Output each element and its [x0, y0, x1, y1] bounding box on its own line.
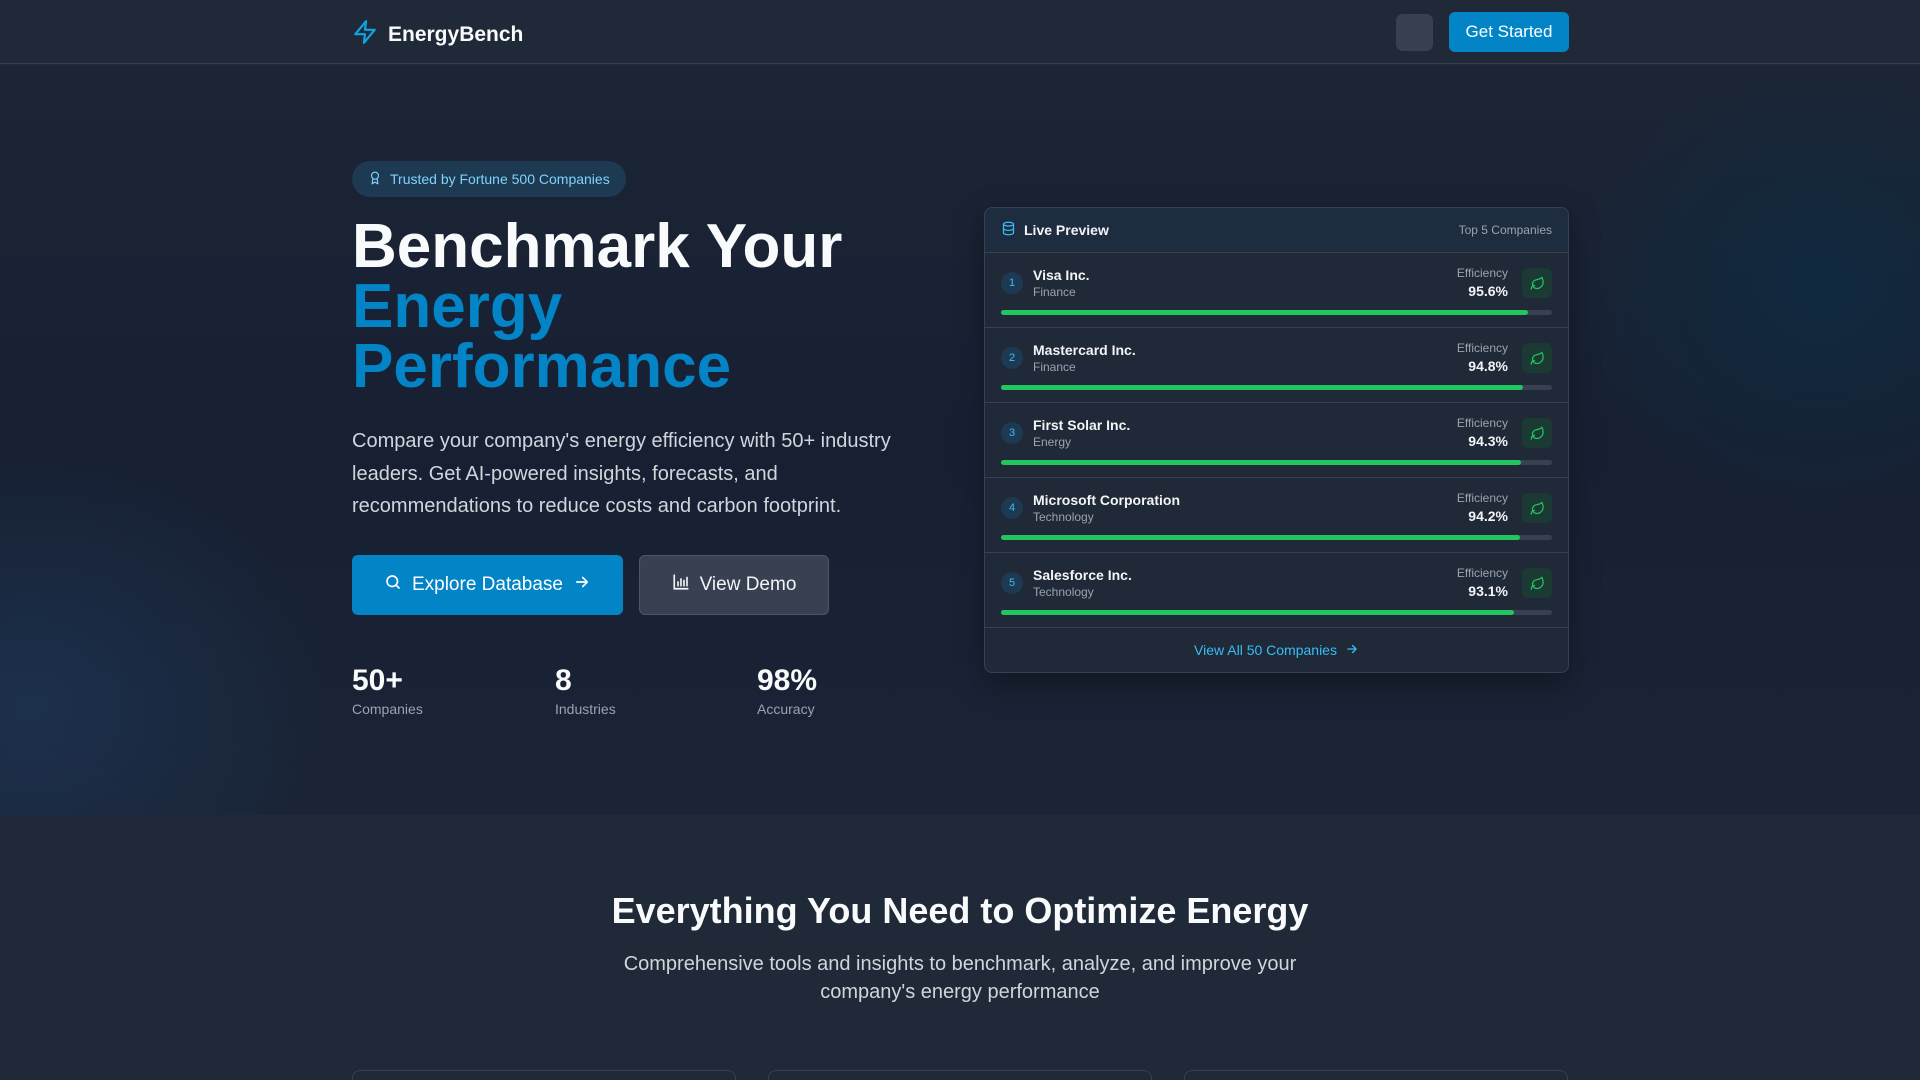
company-row[interactable]: 2 Mastercard Inc. Finance Efficiency 94.…	[985, 328, 1568, 403]
view-all-label: View All 50 Companies	[1194, 642, 1337, 658]
efficiency-label: Efficiency	[1456, 266, 1508, 280]
company-industry: Finance	[1033, 360, 1076, 374]
efficiency-label: Efficiency	[1456, 566, 1508, 580]
explore-database-button[interactable]: Explore Database	[352, 555, 623, 615]
card-subtitle: Top 5 Companies	[1458, 223, 1552, 237]
company-row[interactable]: 5 Salesforce Inc. Technology Efficiency …	[985, 553, 1568, 628]
live-preview-card: Live Preview Top 5 Companies 1 Visa Inc.…	[984, 207, 1569, 673]
company-industry: Energy	[1033, 435, 1072, 449]
leaf-icon	[1522, 418, 1552, 448]
view-demo-button[interactable]: View Demo	[639, 555, 829, 615]
explore-database-label: Explore Database	[411, 574, 564, 595]
card-header: Live Preview Top 5 Companies	[985, 208, 1568, 253]
rank-badge: 1	[1001, 272, 1023, 294]
hero-description: Compare your company's energy efficiency…	[352, 430, 891, 517]
efficiency-bar	[1001, 460, 1552, 465]
efficiency-bar	[1001, 385, 1552, 390]
efficiency-bar	[1001, 535, 1552, 540]
company-industry: Technology	[1033, 585, 1094, 599]
efficiency-value: 94.2%	[1468, 508, 1508, 524]
hero-title-line2: Energy	[352, 272, 563, 341]
trust-badge: Trusted by Fortune 500 Companies	[352, 161, 626, 197]
company-industry: Technology	[1033, 510, 1094, 524]
view-all-companies-link[interactable]: View All 50 Companies	[985, 628, 1568, 672]
feature-card	[768, 1070, 1152, 1080]
arrow-right-icon	[573, 573, 591, 597]
company-industry: Finance	[1033, 285, 1076, 299]
stat-companies: 50+ Companies	[352, 663, 423, 717]
award-icon	[368, 171, 382, 188]
efficiency-label: Efficiency	[1456, 491, 1508, 505]
card-title: Live Preview	[1024, 222, 1109, 238]
search-icon	[384, 573, 402, 597]
stat-accuracy: 98% Accuracy	[757, 663, 817, 717]
stat-value: 50+	[352, 664, 403, 697]
theme-toggle-button[interactable]	[1396, 14, 1433, 51]
company-name: First Solar Inc.	[1033, 417, 1131, 433]
company-name: Mastercard Inc.	[1033, 342, 1136, 358]
efficiency-value: 94.8%	[1468, 358, 1508, 374]
company-row[interactable]: 3 First Solar Inc. Energy Efficiency 94.…	[985, 403, 1568, 478]
feature-card	[1184, 1070, 1568, 1080]
brand-logo[interactable]: EnergyBench	[352, 18, 523, 51]
stat-value: 98%	[757, 664, 818, 697]
efficiency-value: 93.1%	[1468, 583, 1508, 599]
rank-badge: 4	[1001, 497, 1023, 519]
database-icon	[1001, 221, 1016, 239]
top-navbar: EnergyBench Get Started	[0, 0, 1920, 64]
efficiency-label: Efficiency	[1456, 341, 1508, 355]
hero-section: Trusted by Fortune 500 Companies Benchma…	[0, 65, 1920, 815]
efficiency-bar-fill	[1001, 610, 1514, 615]
arrow-right-icon	[1345, 642, 1359, 659]
leaf-icon	[1522, 568, 1552, 598]
brand-name: EnergyBench	[388, 22, 524, 46]
feature-card	[352, 1070, 736, 1080]
hero-title-line3: Performance	[352, 332, 732, 401]
stat-label: Accuracy	[757, 701, 815, 717]
view-demo-label: View Demo	[699, 574, 797, 595]
efficiency-bar-fill	[1001, 385, 1524, 390]
efficiency-value: 95.6%	[1468, 283, 1508, 299]
company-row[interactable]: 4 Microsoft Corporation Technology Effic…	[985, 478, 1568, 553]
stat-industries: 8 Industries	[555, 663, 616, 717]
stat-label: Companies	[352, 701, 423, 717]
rank-badge: 3	[1001, 422, 1023, 444]
efficiency-bar	[1001, 610, 1552, 615]
stat-value: 8	[555, 664, 572, 697]
leaf-icon	[1522, 268, 1552, 298]
company-name: Microsoft Corporation	[1033, 492, 1180, 508]
company-name: Visa Inc.	[1033, 267, 1090, 283]
efficiency-bar-fill	[1001, 460, 1521, 465]
company-row[interactable]: 1 Visa Inc. Finance Efficiency 95.6%	[985, 253, 1568, 328]
badge-text: Trusted by Fortune 500 Companies	[390, 171, 610, 187]
efficiency-bar-fill	[1001, 535, 1521, 540]
features-subtitle: Comprehensive tools and insights to benc…	[623, 953, 1297, 1003]
efficiency-bar	[1001, 310, 1552, 315]
efficiency-label: Efficiency	[1456, 416, 1508, 430]
bar-chart-icon	[672, 573, 690, 597]
get-started-button[interactable]: Get Started	[1449, 12, 1569, 52]
rank-badge: 5	[1001, 572, 1023, 594]
hero-title: Benchmark Your Energy Performance	[352, 212, 843, 401]
hero-title-line1: Benchmark Your	[352, 212, 843, 281]
features-title: Everything You Need to Optimize Energy	[611, 890, 1309, 931]
leaf-icon	[1522, 493, 1552, 523]
efficiency-bar-fill	[1001, 310, 1528, 315]
efficiency-value: 94.3%	[1468, 433, 1508, 449]
company-name: Salesforce Inc.	[1033, 567, 1132, 583]
stat-label: Industries	[555, 701, 616, 717]
zap-icon	[352, 18, 378, 51]
leaf-icon	[1522, 343, 1552, 373]
rank-badge: 2	[1001, 347, 1023, 369]
